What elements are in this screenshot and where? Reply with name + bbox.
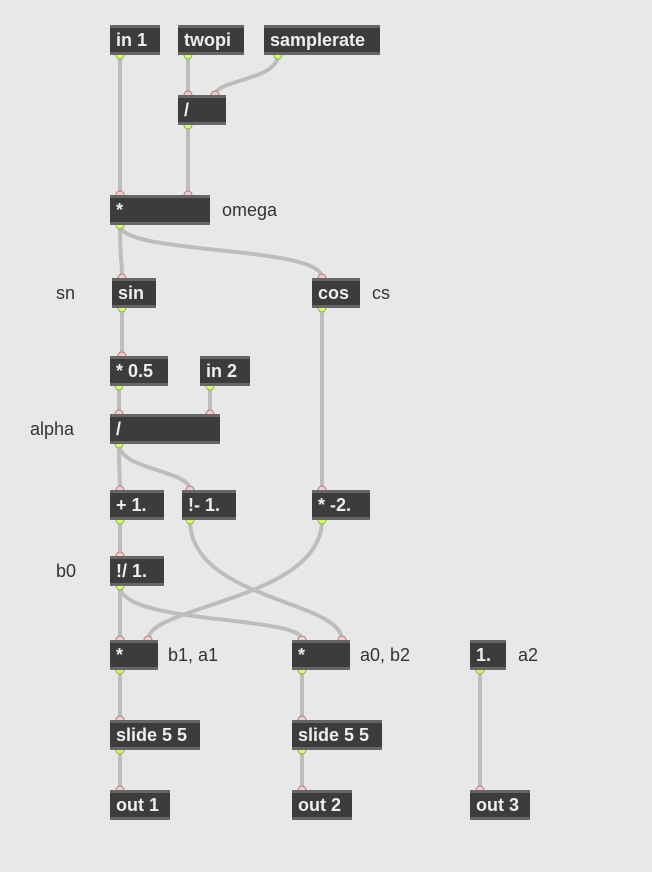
box-samplerate[interactable]: samplerate bbox=[264, 25, 380, 55]
label-alpha: alpha bbox=[30, 419, 74, 440]
box-mul-b1a1[interactable]: * bbox=[110, 640, 158, 670]
box-one[interactable]: 1. bbox=[470, 640, 506, 670]
box-out2[interactable]: out 2 bbox=[292, 790, 352, 820]
label-a2: a2 bbox=[518, 645, 538, 666]
box-div-alpha[interactable]: / bbox=[110, 414, 220, 444]
box-sin[interactable]: sin bbox=[112, 278, 156, 308]
box-notdiv1[interactable]: !/ 1. bbox=[110, 556, 164, 586]
box-in1[interactable]: in 1 bbox=[110, 25, 160, 55]
label-b0: b0 bbox=[56, 561, 76, 582]
box-notminus1[interactable]: !- 1. bbox=[182, 490, 236, 520]
box-out3[interactable]: out 3 bbox=[470, 790, 530, 820]
label-omega: omega bbox=[222, 200, 277, 221]
box-slide1[interactable]: slide 5 5 bbox=[110, 720, 200, 750]
box-in2[interactable]: in 2 bbox=[200, 356, 250, 386]
box-out1[interactable]: out 1 bbox=[110, 790, 170, 820]
label-sn: sn bbox=[56, 283, 75, 304]
label-b1a1: b1, a1 bbox=[168, 645, 218, 666]
box-plus1[interactable]: + 1. bbox=[110, 490, 164, 520]
label-a0b2: a0, b2 bbox=[360, 645, 410, 666]
box-twopi[interactable]: twopi bbox=[178, 25, 244, 55]
box-slide2[interactable]: slide 5 5 bbox=[292, 720, 382, 750]
label-cs: cs bbox=[372, 283, 390, 304]
box-mul-omega[interactable]: * bbox=[110, 195, 210, 225]
box-mul-neg2[interactable]: * -2. bbox=[312, 490, 370, 520]
box-div1[interactable]: / bbox=[178, 95, 226, 125]
box-mul-half[interactable]: * 0.5 bbox=[110, 356, 168, 386]
box-cos[interactable]: cos bbox=[312, 278, 360, 308]
box-mul-a0b2[interactable]: * bbox=[292, 640, 350, 670]
